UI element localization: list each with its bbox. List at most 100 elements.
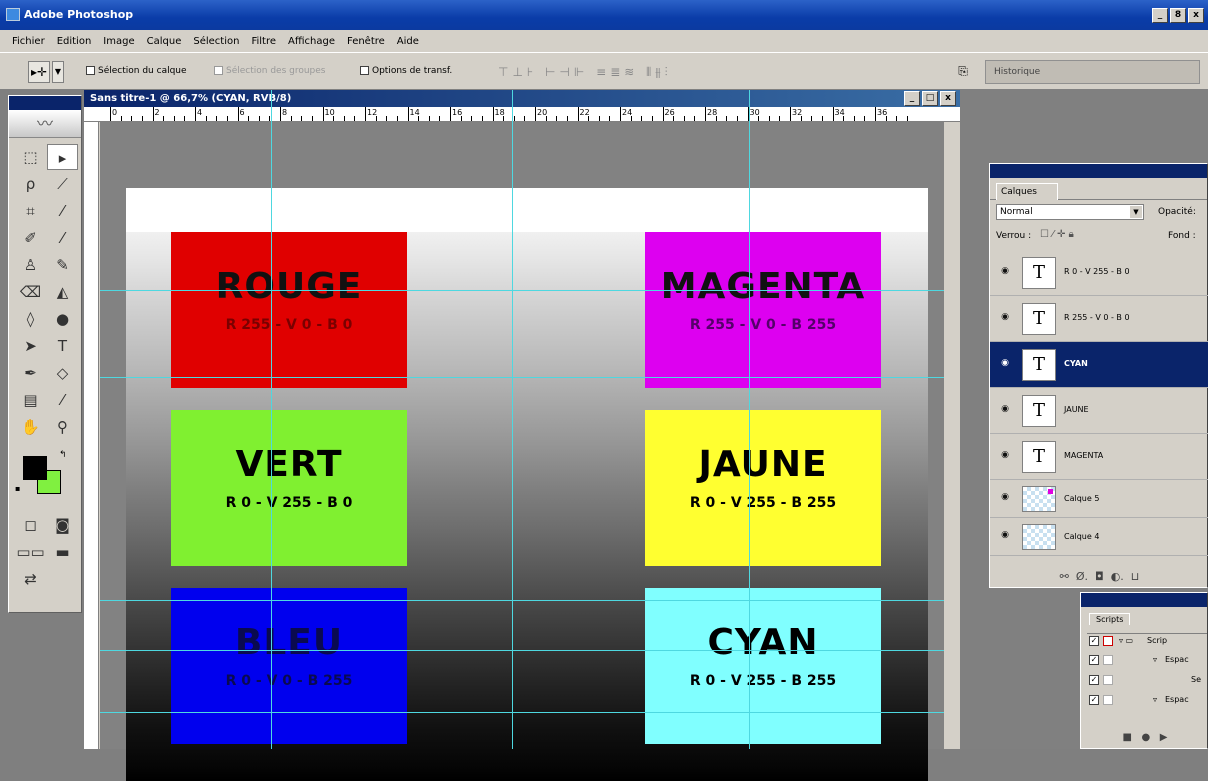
visibility-eye-icon[interactable]: ◉ xyxy=(998,266,1012,276)
history-tab[interactable]: Historique xyxy=(994,67,1040,77)
link-layers-icon[interactable]: ⚯ xyxy=(1060,570,1069,583)
dialog-toggle-icon[interactable] xyxy=(1103,655,1113,665)
eraser-tool-icon[interactable]: ⌫ xyxy=(15,279,46,305)
guide-horizontal[interactable] xyxy=(100,377,944,378)
stop-icon[interactable]: ■ xyxy=(1123,732,1132,743)
select-layer-checkbox[interactable] xyxy=(86,66,95,75)
layer-row[interactable]: ◉ T MAGENTA xyxy=(990,434,1208,480)
screen-mode-full-icon[interactable]: ▬ xyxy=(47,539,78,565)
foreground-color-swatch[interactable] xyxy=(23,456,47,480)
script-row[interactable]: ✓ ▿ ▭ Scrip xyxy=(1087,633,1207,650)
stamp-tool-icon[interactable]: ♙ xyxy=(15,252,46,278)
guide-horizontal[interactable] xyxy=(100,712,944,713)
dodge-tool-icon[interactable]: ● xyxy=(47,306,78,332)
move-tool-preset-button[interactable]: ▸✛ xyxy=(28,61,50,83)
visibility-eye-icon[interactable]: ◉ xyxy=(998,530,1012,540)
script-row[interactable]: ✓ Se xyxy=(1087,673,1207,690)
blend-mode-select[interactable]: Normal ▼ xyxy=(996,204,1144,220)
script-row[interactable]: ✓ ▿ Espac xyxy=(1087,653,1207,670)
shape-tool-icon[interactable]: ◇ xyxy=(47,360,78,386)
menu-aide[interactable]: Aide xyxy=(391,36,425,47)
quickmask-mode-icon[interactable]: ◙ xyxy=(47,512,78,538)
new-group-icon[interactable]: ⊔ xyxy=(1131,570,1140,583)
crop-tool-icon[interactable]: ⌗ xyxy=(15,198,46,224)
dialog-toggle-icon[interactable] xyxy=(1103,636,1113,646)
select-groups-option[interactable]: Sélection des groupes xyxy=(214,66,326,76)
zoom-tool-icon[interactable]: ⚲ xyxy=(47,414,78,440)
restore-button[interactable]: 8 xyxy=(1170,8,1186,23)
checkbox-checked-icon[interactable]: ✓ xyxy=(1089,695,1099,705)
document-title-bar[interactable]: Sans titre-1 @ 66,7% (CYAN, RVB/8) _ □ x xyxy=(84,90,960,107)
menu-selection[interactable]: Sélection xyxy=(187,36,245,47)
layer-mask-icon[interactable]: ◘ xyxy=(1095,570,1104,583)
magic-wand-tool-icon[interactable]: ⟋ xyxy=(47,171,78,197)
dialog-toggle-icon[interactable] xyxy=(1103,695,1113,705)
layers-panel-title-bar[interactable] xyxy=(990,164,1207,178)
layer-style-icon[interactable]: Ø. xyxy=(1076,570,1088,583)
visibility-eye-icon[interactable]: ◉ xyxy=(998,404,1012,414)
notes-tool-icon[interactable]: ▤ xyxy=(15,387,46,413)
screen-mode-icon[interactable]: ▭▭ xyxy=(15,539,46,565)
checkbox-checked-icon[interactable]: ✓ xyxy=(1089,675,1099,685)
guide-horizontal[interactable] xyxy=(100,650,944,651)
palette-well-icon[interactable]: ⎘ xyxy=(952,61,974,83)
doc-maximize-button[interactable]: □ xyxy=(922,91,938,106)
minimize-button[interactable]: _ xyxy=(1152,8,1168,23)
visibility-eye-icon[interactable]: ◉ xyxy=(998,312,1012,322)
layer-row-active[interactable]: ◉ T CYAN xyxy=(990,342,1208,388)
preset-dropdown-button[interactable]: ▼ xyxy=(52,61,64,83)
menu-edition[interactable]: Edition xyxy=(51,36,98,47)
eyedropper-tool-icon[interactable]: ⁄ xyxy=(47,387,78,413)
feather-logo-icon[interactable]: 〰 xyxy=(9,110,81,138)
vertical-ruler[interactable] xyxy=(84,122,99,749)
guide-horizontal[interactable] xyxy=(100,600,944,601)
swap-colors-icon[interactable]: ↰ xyxy=(59,450,67,460)
hand-tool-icon[interactable]: ✋ xyxy=(15,414,46,440)
default-colors-icon[interactable]: ▪ xyxy=(15,484,20,493)
menu-fenetre[interactable]: Fenêtre xyxy=(341,36,391,47)
layer-row[interactable]: ◉ Calque 4 xyxy=(990,518,1208,556)
menu-fichier[interactable]: Fichier xyxy=(6,36,51,47)
transform-options-option[interactable]: Options de transf. xyxy=(360,66,452,76)
brush-tool-icon[interactable]: ⁄ xyxy=(47,225,78,251)
dialog-toggle-icon[interactable] xyxy=(1103,675,1113,685)
tab-scripts[interactable]: Scripts xyxy=(1089,613,1131,625)
play-icon[interactable]: ▶ xyxy=(1160,732,1168,743)
visibility-eye-icon[interactable]: ◉ xyxy=(998,358,1012,368)
doc-minimize-button[interactable]: _ xyxy=(904,91,920,106)
lasso-tool-icon[interactable]: ρ xyxy=(15,171,46,197)
layer-row[interactable]: ◉ T R 0 - V 255 - B 0 xyxy=(990,250,1208,296)
close-button[interactable]: x xyxy=(1188,8,1204,23)
toolbox-title-bar[interactable] xyxy=(9,96,81,110)
menu-calque[interactable]: Calque xyxy=(141,36,188,47)
menu-filtre[interactable]: Filtre xyxy=(245,36,282,47)
doc-close-button[interactable]: x xyxy=(940,91,956,106)
menu-image[interactable]: Image xyxy=(97,36,140,47)
visibility-eye-icon[interactable]: ◉ xyxy=(998,492,1012,502)
select-layer-option[interactable]: Sélection du calque xyxy=(86,66,187,76)
layer-row[interactable]: ◉ T JAUNE xyxy=(990,388,1208,434)
visibility-eye-icon[interactable]: ◉ xyxy=(998,450,1012,460)
checkbox-checked-icon[interactable]: ✓ xyxy=(1089,655,1099,665)
marquee-tool-icon[interactable]: ⬚ xyxy=(15,144,46,170)
healing-brush-tool-icon[interactable]: ✐ xyxy=(15,225,46,251)
paint-bucket-tool-icon[interactable]: ◭ xyxy=(47,279,78,305)
scripts-panel-title-bar[interactable] xyxy=(1081,593,1207,607)
horizontal-ruler[interactable]: 0 2 4 6 8 10 12 14 16 18 20 22 24 26 28 30 32 34 36 xyxy=(84,107,960,122)
record-icon[interactable]: ● xyxy=(1142,732,1151,743)
adjustment-layer-icon[interactable]: ◐. xyxy=(1111,570,1124,583)
text-tool-icon[interactable]: T xyxy=(47,333,78,359)
slice-tool-icon[interactable]: ⁄ xyxy=(47,198,78,224)
imageready-icon[interactable]: ⇄ xyxy=(15,566,46,592)
history-brush-tool-icon[interactable]: ✎ xyxy=(47,252,78,278)
standard-mode-icon[interactable]: ◻ xyxy=(15,512,46,538)
align-icons[interactable]: ⊤⊥⊦ ⊢⊣⊩ ≡≣≋ ⫴⫵⫶ xyxy=(498,65,672,80)
menu-affichage[interactable]: Affichage xyxy=(282,36,341,47)
layer-row[interactable]: ◉ Calque 5 xyxy=(990,480,1208,518)
tab-calques[interactable]: Calques xyxy=(996,183,1058,200)
lock-icons[interactable]: ☐ ⁄ ✛ 🔒︎ xyxy=(1040,229,1074,240)
select-groups-checkbox[interactable] xyxy=(214,66,223,75)
pen-tool-icon[interactable]: ✒ xyxy=(15,360,46,386)
layer-row[interactable]: ◉ T R 255 - V 0 - B 0 xyxy=(990,296,1208,342)
guide-horizontal[interactable] xyxy=(100,290,944,291)
